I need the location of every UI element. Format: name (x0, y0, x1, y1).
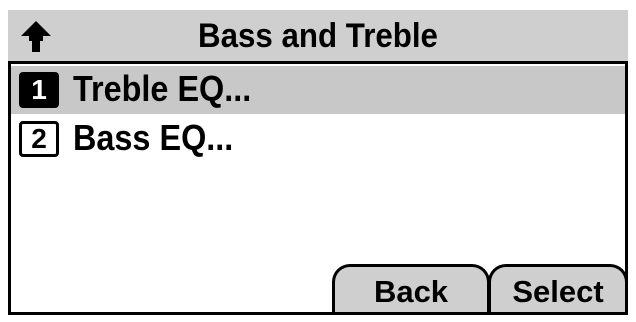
menu-item-label: Treble EQ... (73, 68, 252, 109)
menu-item-bass-eq[interactable]: 2 Bass EQ... (11, 115, 625, 163)
menu-item-label: Bass EQ... (73, 117, 234, 158)
menu-item-treble-eq[interactable]: 1 Treble EQ... (11, 66, 625, 114)
menu-item-number: 1 (19, 72, 59, 108)
back-button[interactable]: Back (332, 264, 490, 312)
phone-screen: Bass and Treble 1 Treble EQ... 2 Bass EQ… (0, 0, 636, 322)
page-title: Bass and Treble (198, 17, 438, 55)
bottom-border (8, 312, 628, 315)
select-button[interactable]: Select (488, 264, 628, 312)
menu-item-number: 2 (19, 121, 59, 157)
title-bar: Bass and Treble (8, 10, 628, 64)
